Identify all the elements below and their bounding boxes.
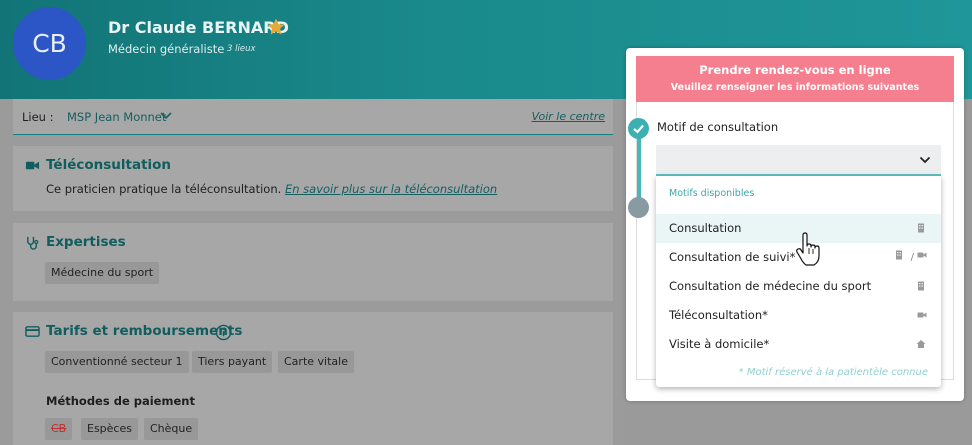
dropdown-heading: Motifs disponibles xyxy=(669,188,755,199)
payment-tag: CB xyxy=(45,418,73,440)
option-label: Visite à domicile* xyxy=(669,337,770,351)
motif-option-medecine-sport[interactable]: Consultation de médecine du sport xyxy=(656,272,941,301)
motif-select[interactable] xyxy=(656,145,941,176)
tarif-tag: Tiers payant xyxy=(192,351,273,373)
chevron-down-icon[interactable] xyxy=(160,111,172,121)
tarif-tag: Carte vitale xyxy=(278,351,354,373)
doctor-name: Dr Claude BERNARD xyxy=(108,18,289,37)
teleconsultation-card: Téléconsultation Ce praticien pratique l… xyxy=(13,146,613,211)
building-icon xyxy=(896,250,902,260)
motif-option-visite-domicile[interactable]: Visite à domicile* xyxy=(656,330,941,359)
info-icon[interactable] xyxy=(215,324,232,341)
option-label: Consultation de suivi* xyxy=(669,250,796,264)
payment-tag: Chèque xyxy=(144,418,199,440)
option-label: Consultation xyxy=(669,221,742,235)
booking-title: Prendre rendez-vous en ligne xyxy=(699,63,891,77)
payment-tag: Espèces xyxy=(81,418,138,440)
option-label: Consultation de médecine du sport xyxy=(669,279,872,293)
step-pending-indicator xyxy=(628,197,649,218)
option-label: Téléconsultation* xyxy=(669,308,768,322)
hand-cursor-icon xyxy=(796,232,820,266)
tarif-tag: Conventionné secteur 1 xyxy=(45,351,189,373)
step-complete-indicator xyxy=(628,118,649,139)
expertises-title: Expertises xyxy=(46,234,126,250)
profile-main: Lieu : MSP Jean Monnet Voir le centre Té… xyxy=(0,99,625,445)
video-icon xyxy=(917,252,927,258)
icon-separator: / xyxy=(910,252,914,263)
avatar: CB xyxy=(13,7,86,80)
home-icon xyxy=(916,340,926,348)
video-camera-icon xyxy=(25,161,40,170)
motif-option-teleconsultation[interactable]: Téléconsultation* xyxy=(656,301,941,330)
tarifs-title: Tarifs et remboursements xyxy=(46,323,243,339)
expertises-card: Expertises Médecine du sport xyxy=(13,223,613,301)
credit-card-icon xyxy=(25,326,40,337)
stethoscope-icon xyxy=(27,236,39,250)
payment-methods-title: Méthodes de paiement xyxy=(46,394,195,408)
building-icon xyxy=(918,281,924,291)
teleconsultation-text: Ce praticien pratique la téléconsultatio… xyxy=(46,182,497,196)
tarifs-card: Tarifs et remboursements Conventionné se… xyxy=(13,312,613,445)
booking-subtitle: Veuillez renseigner les informations sui… xyxy=(670,82,920,93)
check-icon xyxy=(633,124,644,134)
doctor-specialty: Médecin généraliste xyxy=(108,42,225,56)
teleconsultation-info-link[interactable]: En savoir plus sur la téléconsultation xyxy=(285,182,497,196)
teleconsultation-title: Téléconsultation xyxy=(46,157,172,173)
teleconsultation-desc: Ce praticien pratique la téléconsultatio… xyxy=(46,182,282,196)
location-bar: Lieu : MSP Jean Monnet Voir le centre xyxy=(13,99,613,135)
location-select[interactable]: MSP Jean Monnet xyxy=(67,110,166,124)
location-label: Lieu : xyxy=(22,110,54,124)
building-icon xyxy=(918,223,924,233)
locations-count[interactable]: 3 lieux xyxy=(227,44,255,54)
star-icon[interactable] xyxy=(266,17,286,37)
view-center-link[interactable]: Voir le centre xyxy=(532,110,605,123)
booking-header: Prendre rendez-vous en ligne Veuillez re… xyxy=(636,56,954,102)
motif-label: Motif de consultation xyxy=(657,120,779,134)
expertise-tag: Médecine du sport xyxy=(45,262,160,284)
motif-dropdown: Motifs disponibles Consultation Consulta… xyxy=(656,176,941,387)
video-icon xyxy=(917,312,927,318)
dropdown-footnote: * Motif réservé à la patientèle connue xyxy=(738,367,928,378)
chevron-down-icon xyxy=(919,156,931,164)
